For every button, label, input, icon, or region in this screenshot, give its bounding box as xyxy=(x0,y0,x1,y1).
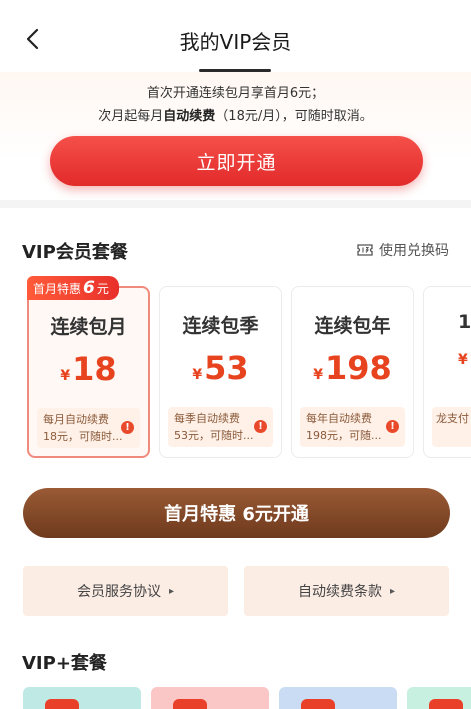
app-icon xyxy=(429,699,463,709)
promo-line-2-prefix: 次月起每月 xyxy=(98,109,164,124)
promo-line-2-bold: 自动续费 xyxy=(163,109,216,124)
badge-suffix: 元 xyxy=(96,282,109,296)
ticket-icon xyxy=(357,244,373,256)
package-name: 1 xyxy=(458,311,471,333)
vip-plus-title: VIP+套餐 xyxy=(22,653,107,674)
package-note: 每月自动续费 18元，可随时... ! xyxy=(37,408,140,448)
package-price: ¥53 xyxy=(160,349,281,387)
first-month-open-button[interactable]: 首月特惠 6元开通 xyxy=(23,488,450,538)
badge-prefix: 首月特惠 xyxy=(33,282,82,296)
app-icon xyxy=(45,699,79,709)
package-note: 每年自动续费 198元，可随... ! xyxy=(300,407,405,447)
vip-plus-cards xyxy=(0,687,471,709)
package-name: 连续包月 xyxy=(50,316,127,338)
price-value: 18 xyxy=(72,350,117,388)
package-note-line-1: 每月自动续费 xyxy=(43,413,109,426)
page-title: 我的VIP会员 xyxy=(179,30,292,54)
package-note-line-1: 每季自动续费 xyxy=(174,412,240,425)
badge-amount: 6 xyxy=(83,278,95,298)
package-cards: 连续包月 ¥18 每月自动续费 18元，可随时... ! 连续包季 ¥53 每季… xyxy=(0,286,471,458)
service-agreement-link[interactable]: 会员服务协议 ▸ xyxy=(23,566,228,616)
vip-plus-card[interactable] xyxy=(279,687,397,709)
package-card-quarterly[interactable]: 连续包季 ¥53 每季自动续费 53元，可随时... ! xyxy=(159,286,282,458)
package-card-yearly[interactable]: 连续包年 ¥198 每年自动续费 198元，可随... ! xyxy=(291,286,414,458)
warning-icon[interactable]: ! xyxy=(121,421,134,434)
promo-line-1: 首次开通连续包月享首月6元； xyxy=(146,86,325,101)
arrow-right-icon: ▸ xyxy=(389,585,396,597)
tab-indicator xyxy=(199,69,271,72)
package-price: ¥ xyxy=(424,349,471,368)
package-note: 龙支付 个 xyxy=(432,407,471,447)
vip-plus-card[interactable] xyxy=(407,687,471,709)
package-note: 每季自动续费 53元，可随时... ! xyxy=(168,407,273,447)
first-month-badge: 首月特惠 6 元 xyxy=(27,276,119,300)
arrow-right-icon: ▸ xyxy=(168,585,175,597)
package-note-line-2: 198元，可随... xyxy=(306,429,382,442)
package-card-partial[interactable]: 1 ¥ 龙支付 个 xyxy=(423,286,471,458)
redeem-code-link[interactable]: 使用兑换码 xyxy=(357,240,449,260)
package-name: 连续包年 xyxy=(314,315,391,337)
packages-title: VIP会员套餐 xyxy=(22,242,128,263)
app-icon xyxy=(301,699,335,709)
package-note-line-2: 53元，可随时... xyxy=(174,429,254,442)
price-value: 53 xyxy=(204,349,249,387)
package-price: ¥18 xyxy=(29,350,148,388)
price-value: 198 xyxy=(324,349,392,387)
currency-symbol: ¥ xyxy=(458,352,468,368)
open-now-button[interactable]: 立即开通 xyxy=(50,136,423,186)
warning-icon[interactable]: ! xyxy=(254,420,267,433)
package-name: 连续包季 xyxy=(182,315,259,337)
section-divider xyxy=(0,200,471,208)
currency-symbol: ¥ xyxy=(60,368,71,384)
vip-plus-card[interactable] xyxy=(151,687,269,709)
package-note-line-1: 龙支付 xyxy=(436,412,469,425)
promo-line-2: 次月起每月自动续费（18元/月），可随时取消。 xyxy=(0,105,471,124)
auto-renew-terms-link[interactable]: 自动续费条款 ▸ xyxy=(244,566,449,616)
promo-banner: 首次开通连续包月享首月6元； 次月起每月自动续费（18元/月），可随时取消。 立… xyxy=(0,69,471,200)
vip-plus-card[interactable] xyxy=(23,687,141,709)
warning-icon[interactable]: ! xyxy=(386,420,399,433)
top-bar: 我的VIP会员 xyxy=(0,0,471,78)
app-icon xyxy=(173,699,207,709)
package-note-line-2: 个 xyxy=(436,427,471,444)
package-card-monthly[interactable]: 连续包月 ¥18 每月自动续费 18元，可随时... ! xyxy=(27,286,150,458)
package-price: ¥198 xyxy=(292,349,413,387)
redeem-code-label: 使用兑换码 xyxy=(379,243,449,259)
agreement-label: 自动续费条款 xyxy=(297,584,382,600)
currency-symbol: ¥ xyxy=(313,367,323,383)
package-note-line-1: 每年自动续费 xyxy=(306,412,372,425)
agreement-label: 会员服务协议 xyxy=(76,584,161,600)
package-note-line-2: 18元，可随时... xyxy=(43,430,123,443)
currency-symbol: ¥ xyxy=(192,367,203,383)
promo-line-2-suffix: （18元/月），可随时取消。 xyxy=(215,109,373,124)
vip-page: 我的VIP会员 首次开通连续包月享首月6元； 次月起每月自动续费（18元/月），… xyxy=(0,0,471,709)
